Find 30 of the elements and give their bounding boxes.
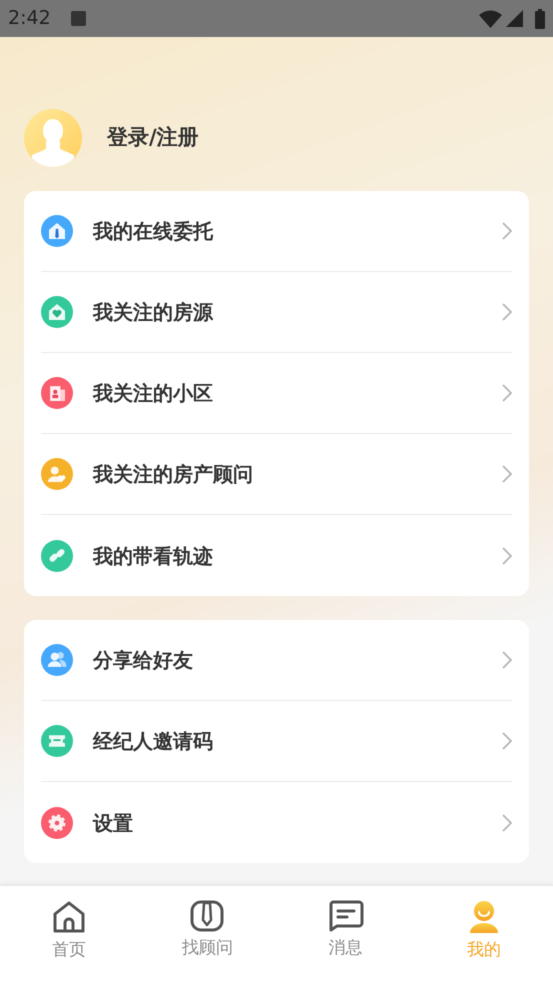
- wifi-icon: [479, 10, 502, 28]
- menu-item[interactable]: 设置: [93, 808, 502, 838]
- status-time: 2:42: [8, 6, 51, 32]
- menu-item[interactable]: 我的在线委托: [93, 216, 502, 246]
- chevron-right-icon: [502, 222, 512, 240]
- chevron-right-icon: [502, 814, 512, 832]
- tab[interactable]: 首页: [0, 886, 138, 984]
- chevron-right-icon: [502, 303, 512, 321]
- chevron-right-icon: [502, 732, 512, 750]
- person-icon: [468, 900, 500, 934]
- signal-icon: [506, 10, 523, 27]
- menu-item[interactable]: 我关注的房产顾问: [93, 459, 502, 489]
- menu-item[interactable]: 我关注的房源: [93, 297, 502, 327]
- chevron-right-icon: [502, 384, 512, 402]
- tab[interactable]: 找顾问: [138, 886, 276, 984]
- chevron-right-icon: [502, 546, 512, 564]
- avatar-icon[interactable]: [24, 109, 82, 167]
- menu-item[interactable]: 分享给好友: [93, 645, 502, 675]
- keyboard-icon: [70, 11, 86, 26]
- chevron-right-icon: [502, 651, 512, 669]
- chevron-right-icon: [502, 465, 512, 483]
- menu-item[interactable]: 我的带看轨迹: [93, 540, 502, 570]
- tie-icon: [190, 900, 224, 932]
- home-icon: [52, 900, 86, 934]
- menu-item[interactable]: 经纪人邀请码: [93, 726, 502, 756]
- login-link[interactable]: 登录/注册: [107, 122, 199, 154]
- battery-icon: [535, 8, 545, 28]
- menu-item[interactable]: 我关注的小区: [93, 378, 502, 408]
- tab[interactable]: 消息: [276, 886, 415, 984]
- message-icon: [328, 900, 364, 932]
